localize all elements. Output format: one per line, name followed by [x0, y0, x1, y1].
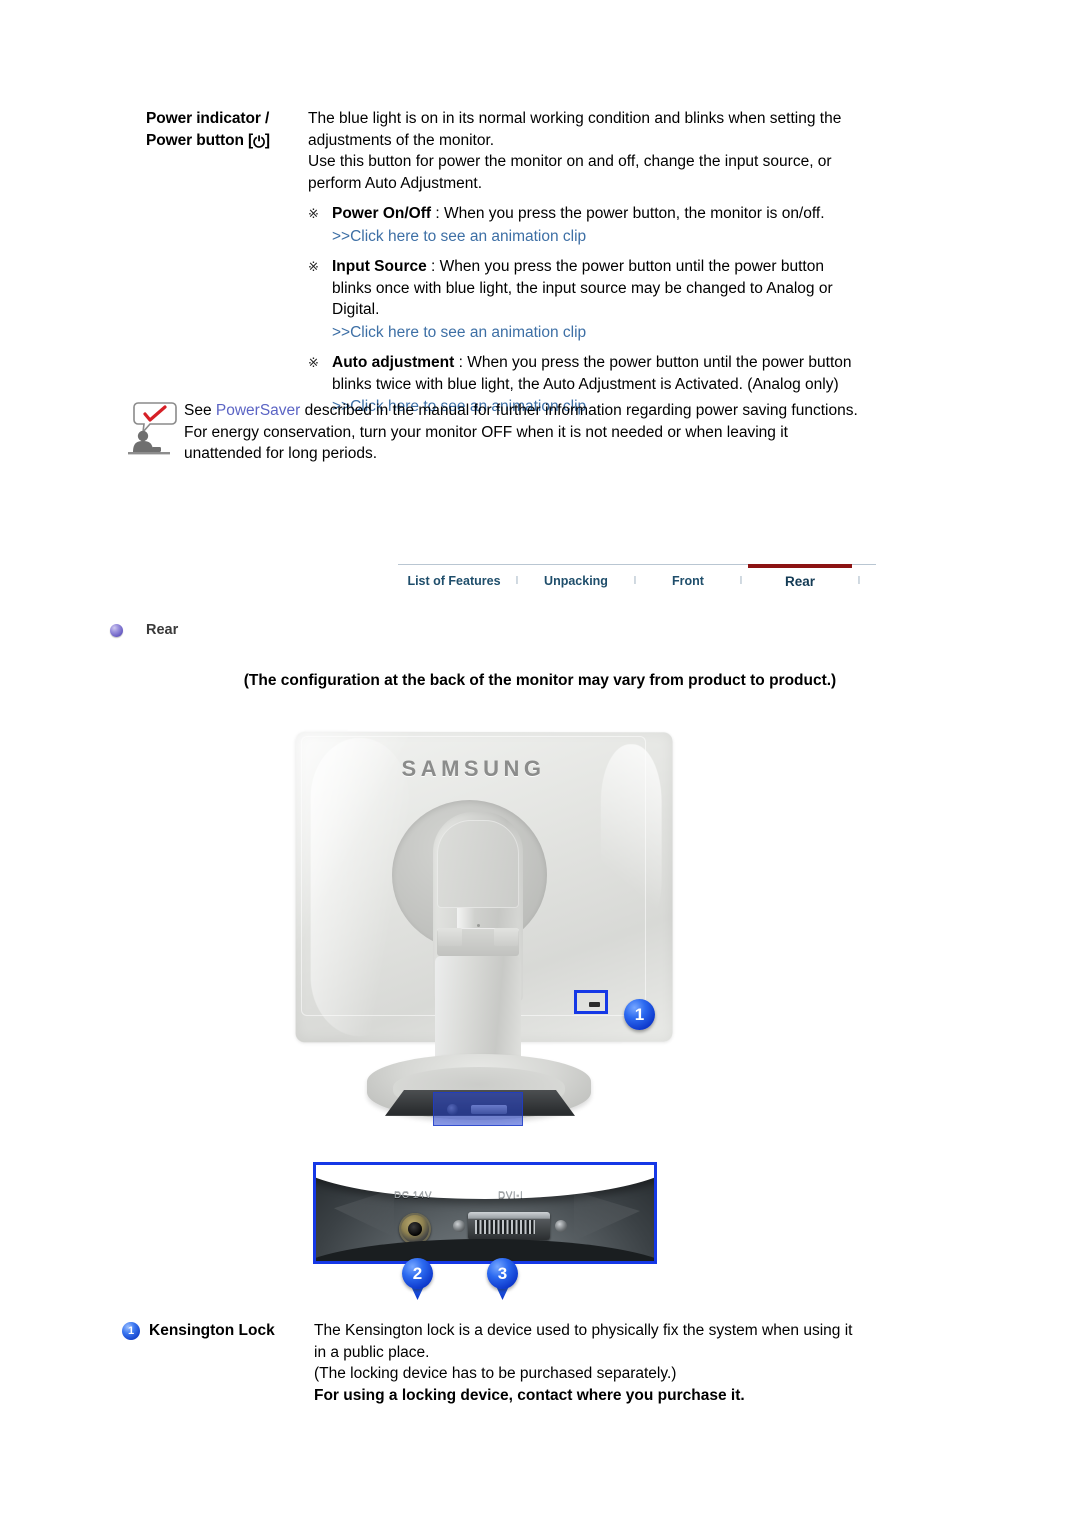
connector-panel-photo: DC 14V DVI-I — [313, 1162, 657, 1264]
panel-facet-right — [574, 1191, 640, 1241]
power-button-label-prefix: Power button [ — [146, 132, 254, 149]
animation-clip-link-power-onoff[interactable]: >>Click here to see an animation clip — [332, 226, 856, 248]
dvi-port-label: DVI-I — [498, 1190, 524, 1201]
tab-separator: l — [633, 575, 637, 587]
note-block: See PowerSaver described in the manual f… — [124, 400, 864, 465]
spec-label-cell: Power indicator / Power button [⏻] — [146, 108, 308, 152]
kensington-lock-slot-icon — [589, 1002, 600, 1007]
kensington-lock-highlight — [574, 990, 608, 1014]
intro-paragraph-1: The blue light is on in its normal worki… — [308, 110, 842, 149]
tab-rear[interactable]: Rear — [748, 564, 852, 589]
stand-hinge-joint — [437, 928, 519, 956]
kensington-line-1: The Kensington lock is a device used to … — [314, 1322, 853, 1361]
spec-description-cell: The blue light is on in its normal worki… — [308, 108, 856, 418]
dvi-pins — [475, 1220, 535, 1234]
dvi-i-port-icon — [468, 1212, 550, 1240]
configuration-note: (The configuration at the back of the mo… — [243, 672, 837, 689]
power-button-label-suffix: ] — [264, 132, 270, 149]
spec-item-term: Input Source — [332, 258, 427, 275]
page-title: Rear — [146, 622, 179, 638]
spec-item-text: : When you press the power button, the m… — [431, 205, 825, 222]
kensington-lock-title: Kensington Lock — [149, 1322, 275, 1339]
purple-sphere-bullet-icon — [110, 623, 123, 637]
note-text-pre: See — [184, 402, 216, 419]
samsung-brand-logo: SAMSUNG — [401, 756, 546, 781]
tab-unpacking[interactable]: Unpacking — [524, 565, 628, 588]
dc-power-port-label: DC 14V — [394, 1190, 433, 1201]
monitor-rear-photo: SAMSUNG — [285, 722, 685, 1152]
spec-label-line1: Power indicator / — [146, 110, 270, 127]
spec-item-term: Power On/Off — [332, 205, 432, 222]
panel-top-curve — [316, 1165, 654, 1199]
powersaver-link[interactable]: PowerSaver — [216, 402, 300, 419]
tab-separator: l — [515, 575, 519, 587]
reference-mark-icon: ※ — [308, 355, 319, 370]
table-row: Power indicator / Power button [⏻] The b… — [146, 108, 856, 418]
kensington-line-2: (The locking device has to be purchased … — [314, 1365, 677, 1382]
power-button-spec-table: Power indicator / Power button [⏻] The b… — [146, 108, 856, 418]
spec-item-term: Auto adjustment — [332, 354, 455, 371]
dvi-screw-left-icon — [453, 1220, 465, 1232]
kensington-badge-1: 1 — [122, 1322, 140, 1340]
dvi-screw-right-icon — [555, 1220, 567, 1232]
callout-badge-1: 1 — [624, 999, 655, 1030]
kensington-lock-description: The Kensington lock is a device used to … — [290, 1320, 862, 1406]
spec-item-input-source: ※ Input Source : When you press the powe… — [308, 256, 856, 343]
connector-area-highlight — [433, 1092, 523, 1126]
intro-paragraph-2: Use this button for power the monitor on… — [308, 153, 832, 192]
panel-bottom-curve — [316, 1239, 654, 1261]
tab-separator: l — [739, 575, 743, 587]
callout-badge-2: 2 — [402, 1258, 433, 1289]
animation-clip-link-input-source[interactable]: >>Click here to see an animation clip — [332, 322, 856, 344]
reference-mark-icon: ※ — [308, 206, 319, 221]
stand-neck-plate — [437, 820, 519, 908]
note-text: See PowerSaver described in the manual f… — [180, 400, 864, 465]
tab-separator: l — [857, 575, 861, 587]
section-tabbar: List of Features l Unpacking l Front l R… — [398, 564, 876, 600]
callout-badge-3: 3 — [487, 1258, 518, 1289]
stand-neck-screw — [477, 924, 480, 927]
stand-column — [435, 956, 521, 1066]
spec-item-power-onoff: ※ Power On/Off : When you press the powe… — [308, 203, 856, 247]
kensington-bold-line: For using a locking device, contact wher… — [314, 1386, 745, 1404]
panel-facet-left — [334, 1189, 394, 1237]
power-icon: ⏻ — [253, 134, 265, 151]
note-person-checkmark-icon — [124, 400, 180, 458]
section-heading: Rear — [110, 622, 178, 638]
reference-mark-icon: ※ — [308, 259, 319, 274]
kensington-lock-description-row: 1 Kensington Lock The Kensington lock is… — [122, 1320, 862, 1406]
tab-front[interactable]: Front — [642, 565, 734, 588]
spec-label-line2: Power button [⏻] — [146, 130, 308, 152]
tab-list-of-features[interactable]: List of Features — [398, 565, 510, 588]
